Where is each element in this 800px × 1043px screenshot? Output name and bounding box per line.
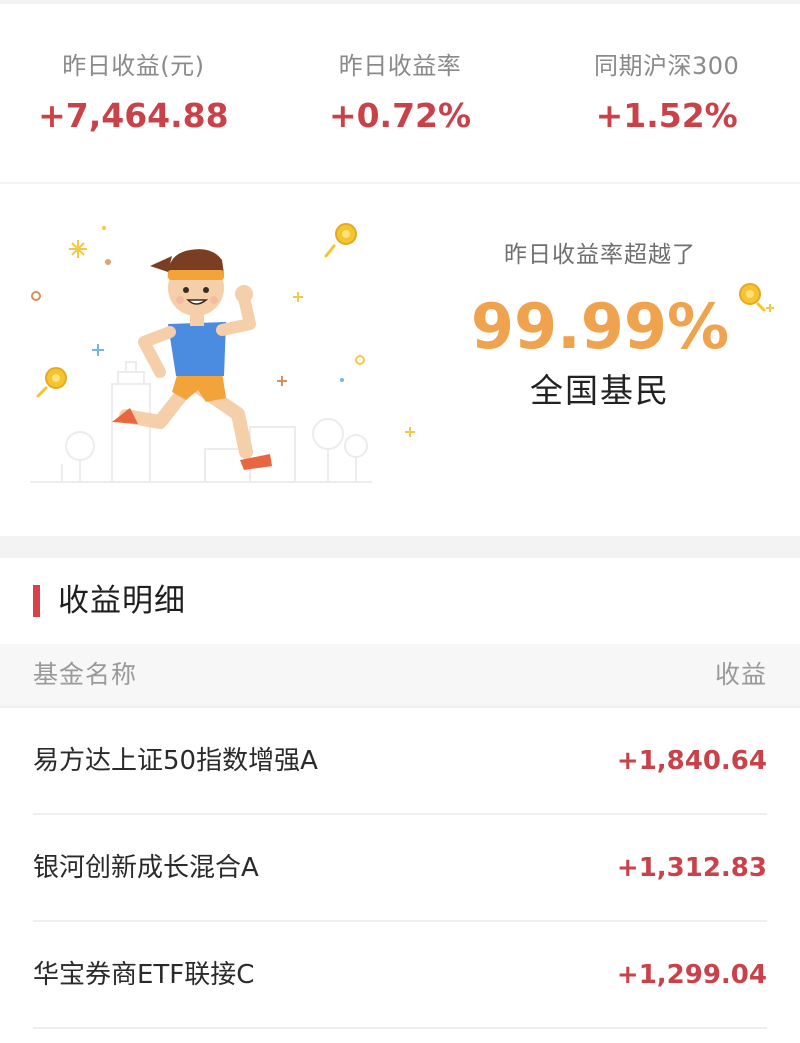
- stat-value: +0.72%: [328, 96, 472, 135]
- stat-yesterday-earnings[interactable]: 昨日收益(元) +7,464.88: [0, 4, 267, 182]
- rank-banner: 昨日收益率超越了 99.99% 全国基民: [0, 184, 800, 536]
- table-row[interactable]: 华宝券商ETF联接C +1,299.04: [0, 922, 800, 1029]
- rank-group: 全国基民: [530, 371, 670, 410]
- fund-name: 易方达上证50指数增强A: [33, 746, 318, 776]
- coin-icon: [324, 223, 357, 258]
- coin-icon: [739, 283, 774, 312]
- section-title: 收益明细: [58, 583, 186, 619]
- fund-name: 华宝券商ETF联接C: [33, 960, 255, 990]
- section-accent-bar: [33, 585, 40, 617]
- earnings-summary: 昨日收益(元) +7,464.88 昨日收益率 +0.72% 同期沪深300 +…: [0, 4, 800, 182]
- fund-name: 银河创新成长混合A: [33, 853, 259, 883]
- fund-earnings: +1,299.04: [616, 960, 767, 990]
- column-header-fund-name: 基金名称: [33, 660, 138, 689]
- earnings-page: 昨日收益(元) +7,464.88 昨日收益率 +0.72% 同期沪深300 +…: [0, 0, 800, 1043]
- runner-figure: [112, 249, 272, 470]
- stat-label: 同期沪深300: [594, 52, 740, 80]
- section-gap: [0, 536, 800, 558]
- table-row[interactable]: 易方达上证50指数增强A +1,840.64: [0, 708, 800, 815]
- stat-value: +1.52%: [595, 96, 738, 135]
- fund-earnings: +1,840.64: [616, 746, 767, 776]
- coin-icon: [36, 367, 67, 398]
- fund-earnings: +1,312.83: [616, 853, 767, 883]
- rank-text: 昨日收益率超越了 99.99% 全国基民: [460, 184, 740, 536]
- fund-list: 易方达上证50指数增强A +1,840.64 银河创新成长混合A +1,312.…: [0, 708, 800, 1029]
- stat-label: 昨日收益(元): [62, 52, 205, 80]
- runner-illustration: [30, 223, 415, 483]
- earnings-detail: 收益明细 基金名称 收益 易方达上证50指数增强A +1,840.64 银河创新…: [0, 558, 800, 1043]
- stat-yesterday-rate[interactable]: 昨日收益率 +0.72%: [267, 4, 534, 182]
- sparkle-icon: [69, 240, 87, 258]
- rank-caption: 昨日收益率超越了: [504, 242, 696, 268]
- rank-percent: 99.99%: [470, 290, 730, 363]
- table-header: 基金名称 收益: [0, 644, 800, 708]
- row-divider: [33, 1027, 767, 1029]
- section-header: 收益明细: [0, 558, 800, 644]
- stat-csi300[interactable]: 同期沪深300 +1.52%: [533, 4, 800, 182]
- table-row[interactable]: 银河创新成长混合A +1,312.83: [0, 815, 800, 922]
- stat-label: 昨日收益率: [338, 52, 462, 80]
- stat-value: +7,464.88: [38, 96, 229, 135]
- column-header-earnings: 收益: [714, 660, 767, 689]
